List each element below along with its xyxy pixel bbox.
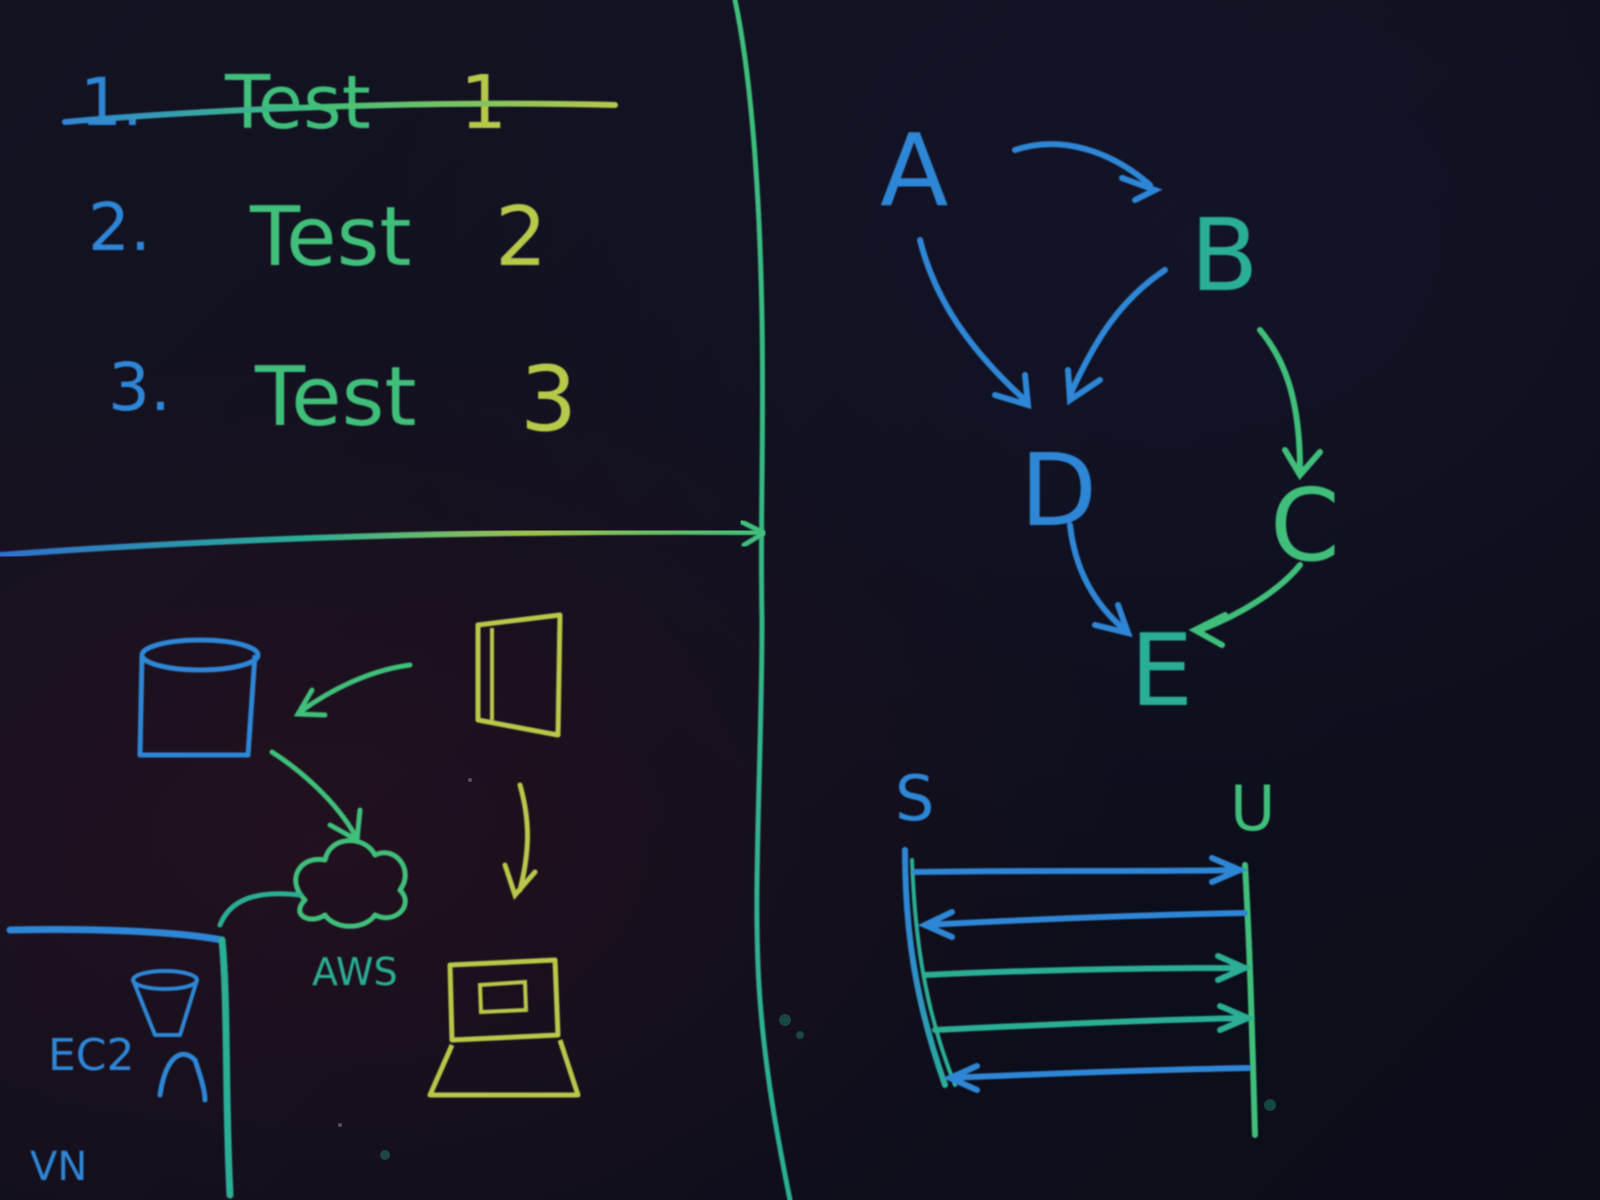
- vpc-boundary-top: [6, 926, 226, 944]
- corner-label: VN: [30, 1144, 87, 1190]
- sequence-message-5: [942, 1063, 1251, 1093]
- sequence-message-3: [922, 953, 1253, 983]
- sequence-message-2: [917, 909, 1248, 940]
- todo-item-number: 3.: [108, 349, 171, 426]
- cloud-icon: [293, 838, 408, 929]
- document-icon: [475, 612, 563, 738]
- edge-b-c: [1257, 327, 1303, 473]
- todo-item-2: 2. Test 2: [88, 189, 547, 285]
- graph-node-e: E: [1130, 612, 1193, 729]
- graph-node-c: C: [1270, 467, 1340, 584]
- graph-node-d: D: [1020, 432, 1097, 549]
- todo-item-index: 3: [520, 347, 577, 452]
- graph-node-a: A: [880, 112, 948, 229]
- todo-item-number: 1.: [80, 64, 143, 141]
- sequence-right-label: U: [1230, 772, 1275, 845]
- todo-item-text: Test: [224, 60, 371, 146]
- ec2-label: EC2: [48, 1030, 135, 1081]
- sequence-left-label: S: [895, 762, 934, 835]
- arrow-document-to-database: [297, 662, 413, 715]
- graph-node-b: B: [1190, 197, 1259, 314]
- network-cable: [217, 891, 303, 928]
- todo-item-3: 3. Test 3: [108, 347, 577, 452]
- todo-item-1: 1. Test 1: [62, 60, 618, 146]
- user-arrow-icon: [157, 1051, 208, 1103]
- todo-list: 1. Test 1 2. Test 2 3. Test 3: [62, 60, 618, 452]
- edge-b-d: [1067, 267, 1168, 398]
- sequence-message-1: [912, 855, 1248, 885]
- bucket-icon: [131, 969, 199, 1037]
- directed-graph: A B C D E: [880, 112, 1340, 729]
- todo-item-text: Test: [254, 350, 416, 445]
- arrow-database-to-cloud: [269, 749, 358, 838]
- database-cylinder-icon: [137, 637, 261, 758]
- edge-a-d: [917, 237, 1028, 403]
- lifeline-left: [902, 847, 948, 1088]
- vpc-boundary-right: [218, 936, 234, 1199]
- aws-label: AWS: [312, 950, 398, 994]
- chalk-drawing: 1. Test 1 2. Test 2 3. Test 3 A B C D E: [0, 0, 1340, 1200]
- laptop-icon: [427, 957, 581, 1098]
- chalkboard: 1. Test 1 2. Test 2 3. Test 3 A B C D E: [0, 0, 1600, 1200]
- sequence-diagram: S U: [895, 762, 1275, 1138]
- lifeline-right: [1242, 862, 1258, 1138]
- sequence-message-4: [932, 1003, 1256, 1033]
- todo-item-index: 2: [495, 190, 547, 285]
- todo-item-text: Test: [249, 190, 411, 285]
- arrow-document-to-laptop: [517, 782, 530, 893]
- todo-item-number: 2.: [88, 189, 151, 266]
- horizontal-divider-line: [0, 528, 763, 558]
- architecture-sketch: AWS EC2 VN: [6, 612, 581, 1199]
- arrow-database-to-cloud-head: [327, 807, 363, 845]
- edge-c-e-arrowhead: [1188, 612, 1228, 648]
